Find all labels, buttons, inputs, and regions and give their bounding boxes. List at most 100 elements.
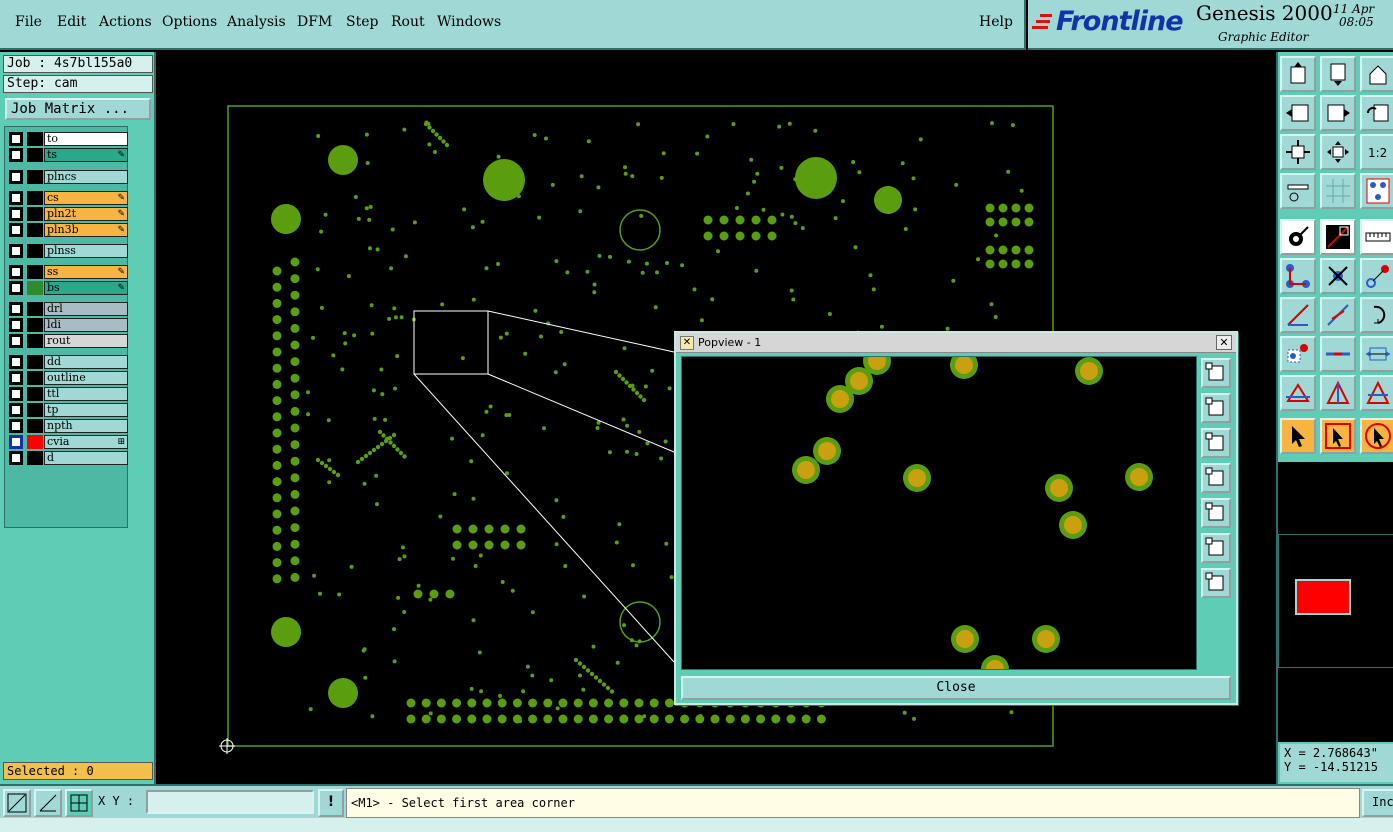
layer-name[interactable]: plnss [44, 244, 128, 258]
grid-button[interactable] [65, 789, 93, 817]
layer-row-cs[interactable]: cs ✎ [9, 191, 128, 205]
layer-color-swatch[interactable] [27, 244, 43, 258]
layer-row-plnss[interactable]: plnss [9, 244, 128, 258]
layer-color-swatch[interactable] [27, 435, 43, 449]
layer-name[interactable]: cvia ⊞ [44, 435, 128, 449]
layer-checkbox[interactable] [9, 281, 23, 295]
view-up-button[interactable] [1280, 56, 1316, 92]
popview-canvas[interactable] [681, 356, 1197, 670]
connect-button[interactable] [1280, 258, 1316, 294]
layer-row-ttl[interactable]: ttl [9, 387, 128, 401]
layer-name[interactable]: to [44, 132, 128, 146]
layer-color-swatch[interactable] [27, 302, 43, 316]
view-left-button[interactable] [1280, 95, 1316, 131]
job-matrix-button[interactable]: Job Matrix ... [5, 98, 151, 120]
layer-color-swatch[interactable] [27, 355, 43, 369]
menu-edit[interactable]: Edit [57, 14, 86, 30]
pv-zoom-center-button[interactable] [1201, 568, 1231, 598]
layer-color-swatch[interactable] [27, 132, 43, 146]
layer-color-swatch[interactable] [27, 371, 43, 385]
menu-dfm[interactable]: DFM [297, 14, 332, 30]
xy-input[interactable] [146, 790, 314, 814]
layer-checkbox[interactable] [9, 207, 23, 221]
layer-color-swatch[interactable] [27, 170, 43, 184]
menu-windows[interactable]: Windows [437, 14, 501, 30]
pv-view-down-button[interactable] [1201, 428, 1231, 458]
attribute-button[interactable] [1280, 219, 1316, 255]
layer-row-drl[interactable]: drl [9, 302, 128, 316]
menu-rout[interactable]: Rout [391, 14, 425, 30]
layer-row-dd[interactable]: dd [9, 355, 128, 369]
pad-button[interactable] [1280, 336, 1316, 372]
arc-button[interactable] [1360, 297, 1393, 333]
layer-row-d[interactable]: d [9, 451, 128, 465]
layer-color-swatch[interactable] [27, 451, 43, 465]
popview-close-button[interactable]: Close [681, 676, 1231, 700]
layer-name[interactable]: rout [44, 334, 128, 348]
layer-checkbox[interactable] [9, 148, 23, 162]
triangle-arc-button[interactable] [1360, 375, 1393, 411]
layer-checkbox[interactable] [9, 371, 23, 385]
layer-color-swatch[interactable] [27, 207, 43, 221]
layer-checkbox[interactable] [9, 403, 23, 417]
layer-name[interactable]: bs ✎ [44, 281, 128, 295]
layer-checkbox[interactable] [9, 302, 23, 316]
layer-row-ldi[interactable]: ldi [9, 318, 128, 332]
layer-checkbox[interactable] [9, 170, 23, 184]
home-button[interactable] [1360, 56, 1393, 92]
pv-view-up-button[interactable] [1201, 393, 1231, 423]
grid-view-button[interactable] [1320, 173, 1356, 209]
layer-name[interactable]: d [44, 451, 128, 465]
layer-checkbox[interactable] [9, 191, 23, 205]
menu-help[interactable]: Help [979, 14, 1013, 30]
layer-checkbox[interactable] [9, 265, 23, 279]
view-right-button[interactable] [1320, 95, 1356, 131]
split-button[interactable] [1320, 336, 1356, 372]
pv-view-right-button[interactable] [1201, 498, 1231, 528]
layer-checkbox[interactable] [9, 419, 23, 433]
snap-settings-button[interactable] [1280, 173, 1316, 209]
layer-checkbox[interactable] [9, 334, 23, 348]
menu-actions[interactable]: Actions [99, 14, 152, 30]
layer-color-swatch[interactable] [27, 387, 43, 401]
triangle-button[interactable] [1280, 375, 1316, 411]
layer-checkbox[interactable] [9, 451, 23, 465]
layer-name[interactable]: pln3b ✎ [44, 223, 128, 237]
minimap-viewport[interactable] [1295, 579, 1351, 615]
layer-checkbox[interactable] [9, 223, 23, 237]
layer-name[interactable]: ttl [44, 387, 128, 401]
layer-name[interactable]: ts ✎ [44, 148, 128, 162]
layer-checkbox[interactable] [9, 435, 23, 449]
menu-file[interactable]: File [15, 14, 42, 30]
layer-row-to[interactable]: to [9, 132, 128, 146]
line-slope-button[interactable] [1320, 297, 1356, 333]
menu-analysis[interactable]: Analysis [227, 14, 286, 30]
layer-name[interactable]: dd [44, 355, 128, 369]
layer-row-pln3b[interactable]: pln3b ✎ [9, 223, 128, 237]
pv-view-left-button[interactable] [1201, 463, 1231, 493]
ruler-button[interactable] [1360, 219, 1393, 255]
layer-row-pln2t[interactable]: pln2t ✎ [9, 207, 128, 221]
layer-row-ss[interactable]: ss ✎ [9, 265, 128, 279]
zoom-fit-button[interactable] [1280, 134, 1316, 170]
zoom-area-button[interactable] [3, 789, 31, 817]
layer-color-swatch[interactable] [27, 281, 43, 295]
undo-zoom-button[interactable] [1360, 95, 1393, 131]
popview-titlebar[interactable]: ✕ Popview - 1 ✕ [676, 333, 1236, 353]
layer-name[interactable]: ss ✎ [44, 265, 128, 279]
layer-checkbox[interactable] [9, 244, 23, 258]
layer-row-npth[interactable]: npth [9, 419, 128, 433]
line-draw-button[interactable] [1280, 297, 1316, 333]
layer-checkbox[interactable] [9, 355, 23, 369]
triangle-fill-button[interactable] [1320, 375, 1356, 411]
layer-color-swatch[interactable] [27, 148, 43, 162]
stretch-button[interactable] [1360, 336, 1393, 372]
edit-line-button[interactable] [1320, 219, 1356, 255]
layer-row-bs[interactable]: bs ✎ [9, 281, 128, 295]
layer-name[interactable]: tp [44, 403, 128, 417]
layer-color-swatch[interactable] [27, 265, 43, 279]
pv-zoom-fit-button[interactable] [1201, 533, 1231, 563]
menu-step[interactable]: Step [346, 14, 378, 30]
layer-color-swatch[interactable] [27, 419, 43, 433]
zoom-center-button[interactable] [1320, 134, 1356, 170]
